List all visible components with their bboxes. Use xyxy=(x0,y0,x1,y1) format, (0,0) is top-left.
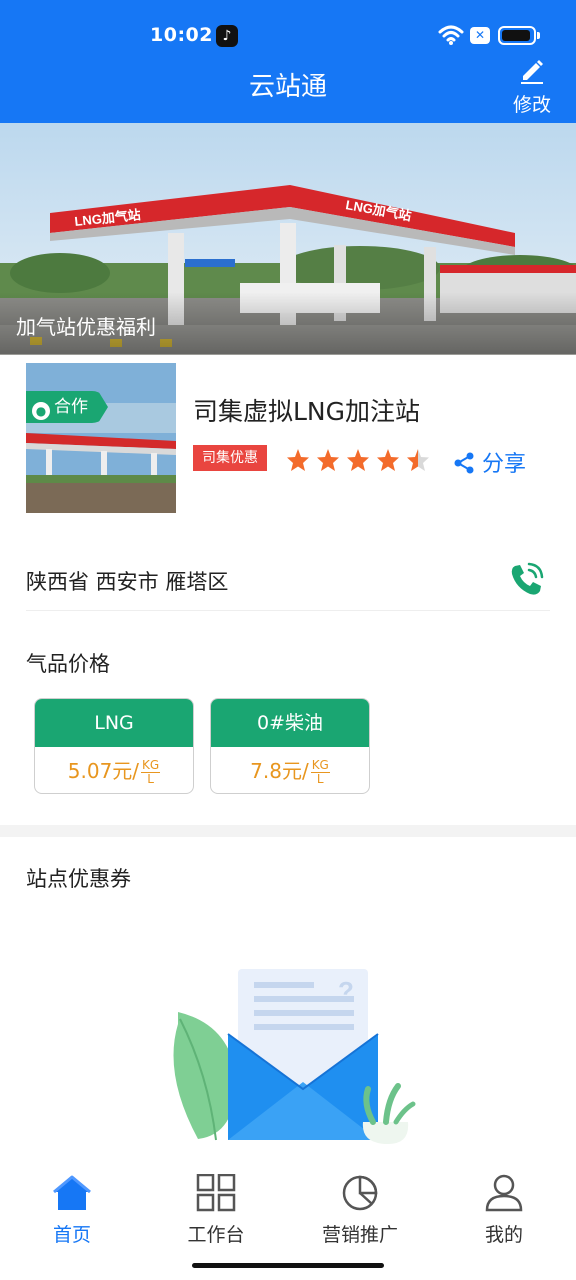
edit-label: 修改 xyxy=(512,94,551,116)
tab-label: 我的 xyxy=(484,1224,523,1246)
price-card-diesel[interactable]: 0#柴油 7.8元/KG L xyxy=(210,698,370,794)
promo-tag: 司集优惠 xyxy=(193,445,267,471)
star-icon xyxy=(377,449,399,471)
half-star-icon xyxy=(407,449,429,471)
section-gap xyxy=(0,825,576,837)
divider xyxy=(26,610,550,611)
tab-marketing[interactable]: 营销推广 xyxy=(305,1174,415,1247)
star-icon xyxy=(287,449,309,471)
tab-label: 首页 xyxy=(52,1224,91,1246)
pie-chart-icon xyxy=(342,1175,378,1211)
price-unit: KG L xyxy=(310,758,330,786)
page-title: 云站通 xyxy=(248,72,327,102)
station-address: 陕西省 西安市 雁塔区 xyxy=(26,570,229,594)
cooperation-badge: ● 合作 xyxy=(26,391,108,423)
price-card-lng[interactable]: LNG 5.07元/KG L xyxy=(34,698,194,794)
tab-home[interactable]: 首页 xyxy=(17,1174,127,1247)
share-button[interactable]: 分享 xyxy=(452,446,526,478)
edit-button[interactable]: 修改 xyxy=(506,56,558,117)
grid-icon xyxy=(196,1173,236,1212)
price-card-name: 0#柴油 xyxy=(211,699,369,747)
user-icon xyxy=(485,1174,523,1212)
tab-label: 营销推广 xyxy=(321,1224,398,1246)
rating-stars xyxy=(287,449,429,471)
notification-icon: ✕ xyxy=(470,27,490,44)
star-icon xyxy=(347,449,369,471)
tiktok-icon: ♪ xyxy=(216,25,238,47)
share-label: 分享 xyxy=(482,452,527,477)
cooperation-label: 合作 xyxy=(54,397,88,417)
bottom-tab-bar: 首页 工作台 营销推广 我的 xyxy=(0,1160,576,1280)
price-value: 5.07元/ xyxy=(67,759,140,783)
unit-top: KG xyxy=(141,758,161,773)
app-header: 10:02 ♪ ✕ 云站通 修改 xyxy=(0,0,576,123)
star-icon xyxy=(317,449,339,471)
tab-mine[interactable]: 我的 xyxy=(449,1174,559,1247)
svg-text:?: ? xyxy=(338,976,354,1006)
coupon-section-title: 站点优惠券 xyxy=(26,867,131,891)
station-photo[interactable] xyxy=(26,363,176,513)
tab-workbench[interactable]: 工作台 xyxy=(161,1173,271,1247)
unit-bottom: L xyxy=(316,772,324,786)
station-photo-image xyxy=(26,363,176,513)
status-time: 10:02 xyxy=(150,24,213,46)
banner-caption: 加气站优惠福利 xyxy=(16,315,156,339)
phone-button[interactable] xyxy=(506,560,546,604)
home-indicator xyxy=(192,1263,384,1268)
price-section-title: 气品价格 xyxy=(26,652,110,676)
share-icon xyxy=(454,452,474,474)
home-icon xyxy=(53,1175,91,1210)
edit-icon xyxy=(521,60,543,84)
wifi-icon xyxy=(438,25,464,45)
empty-envelope-illustration: ? xyxy=(173,969,416,1144)
price-card-value-row: 5.07元/KG L xyxy=(35,747,193,793)
gas-drop-icon: ● xyxy=(32,402,50,420)
price-card-value-row: 7.8元/KG L xyxy=(211,747,369,793)
station-name: 司集虚拟LNG加注站 xyxy=(193,397,421,426)
price-unit: KG L xyxy=(141,758,161,786)
phone-icon xyxy=(511,562,544,595)
tab-label: 工作台 xyxy=(187,1224,245,1246)
price-card-name: LNG xyxy=(35,699,193,747)
unit-top: KG xyxy=(310,758,330,773)
price-value: 7.8元/ xyxy=(250,759,309,783)
battery-icon xyxy=(498,26,540,45)
unit-bottom: L xyxy=(147,772,154,786)
